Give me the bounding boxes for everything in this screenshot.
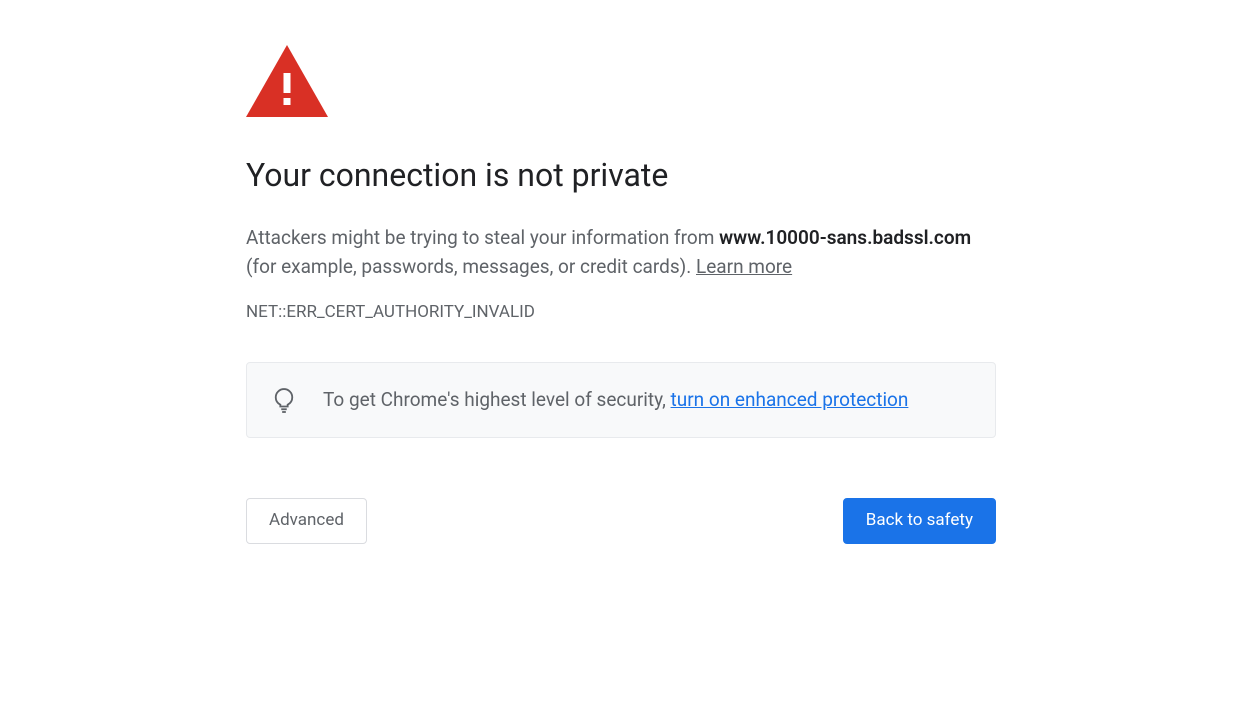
page-heading: Your connection is not private (246, 155, 996, 195)
enhanced-protection-link[interactable]: turn on enhanced protection (671, 388, 909, 411)
button-row: Advanced Back to safety (246, 498, 996, 544)
body-suffix: (for example, passwords, messages, or cr… (246, 255, 696, 278)
body-domain: www.10000-sans.badssl.com (719, 226, 971, 249)
enhanced-protection-info-box: To get Chrome's highest level of securit… (246, 362, 996, 438)
ssl-error-container: Your connection is not private Attackers… (246, 0, 996, 544)
learn-more-link[interactable]: Learn more (696, 255, 792, 278)
error-code: NET::ERR_CERT_AUTHORITY_INVALID (246, 302, 996, 322)
warning-icon (246, 45, 328, 117)
info-text: To get Chrome's highest level of securit… (323, 385, 908, 414)
advanced-button[interactable]: Advanced (246, 498, 367, 544)
warning-body-text: Attackers might be trying to steal your … (246, 223, 996, 282)
body-prefix: Attackers might be trying to steal your … (246, 226, 719, 249)
lightbulb-icon (273, 387, 295, 415)
info-text-prefix: To get Chrome's highest level of securit… (323, 388, 671, 411)
back-to-safety-button[interactable]: Back to safety (843, 498, 996, 544)
